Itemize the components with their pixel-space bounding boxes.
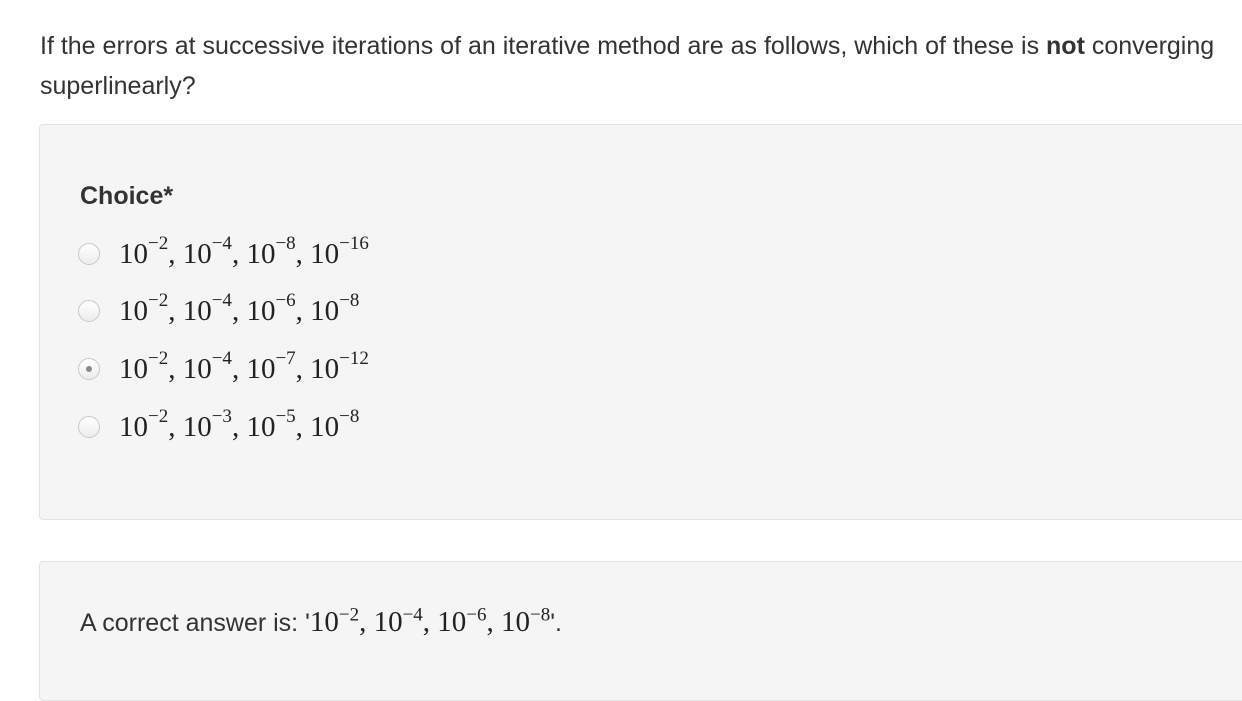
math-term: 10−4: [182, 347, 232, 385]
math-term: 10−16: [310, 232, 369, 270]
math-term: 10−2: [119, 289, 169, 327]
answer-math: 10−2, 10−4, 10−6, 10−8: [309, 604, 551, 638]
math-term: 10−6: [437, 604, 487, 638]
choices-panel: Choice* 10−2, 10−4, 10−8, 10−16 10−2, 10…: [39, 124, 1242, 520]
choice-option-math: 10−2, 10−4, 10−7, 10−12: [119, 347, 369, 385]
answer-suffix: '.: [550, 609, 562, 637]
radio-button[interactable]: [78, 300, 100, 322]
radio-button-selected[interactable]: [78, 358, 100, 380]
choice-option-math: 10−2, 10−4, 10−6, 10−8: [119, 289, 360, 327]
answer-panel: A correct answer is: ' 10−2, 10−4, 10−6,…: [39, 561, 1242, 701]
choice-option-1[interactable]: 10−2, 10−4, 10−8, 10−16: [78, 234, 369, 274]
question-text-before: If the errors at successive iterations o…: [40, 32, 1047, 60]
radio-button[interactable]: [78, 243, 100, 265]
math-term: 10−5: [246, 405, 296, 443]
math-term: 10−4: [182, 232, 232, 270]
math-term: 10−4: [373, 604, 423, 638]
math-term: 10−2: [119, 405, 169, 443]
choice-option-math: 10−2, 10−4, 10−8, 10−16: [119, 232, 369, 270]
choice-option-2[interactable]: 10−2, 10−4, 10−6, 10−8: [78, 291, 359, 331]
math-term: 10−12: [310, 347, 369, 385]
math-term: 10−2: [119, 347, 169, 385]
math-term: 10−8: [310, 405, 360, 443]
math-term: 10−3: [182, 405, 232, 443]
question-text: If the errors at successive iterations o…: [40, 26, 1235, 106]
question-emphasis: not: [1046, 32, 1085, 60]
radio-button[interactable]: [78, 416, 100, 438]
correct-answer: A correct answer is: ' 10−2, 10−4, 10−6,…: [80, 604, 562, 639]
math-term: 10−6: [246, 289, 296, 327]
math-term: 10−8: [501, 604, 551, 638]
math-term: 10−2: [309, 604, 360, 638]
math-term: 10−2: [119, 232, 169, 270]
math-term: 10−4: [182, 289, 232, 327]
choice-option-math: 10−2, 10−3, 10−5, 10−8: [119, 405, 360, 443]
math-term: 10−7: [246, 347, 296, 385]
choice-option-3[interactable]: 10−2, 10−4, 10−7, 10−12: [78, 349, 369, 389]
choice-label: Choice*: [80, 182, 174, 210]
choice-option-4[interactable]: 10−2, 10−3, 10−5, 10−8: [78, 407, 359, 447]
answer-prefix: A correct answer is: ': [80, 609, 310, 637]
math-term: 10−8: [246, 232, 296, 270]
math-term: 10−8: [310, 289, 360, 327]
